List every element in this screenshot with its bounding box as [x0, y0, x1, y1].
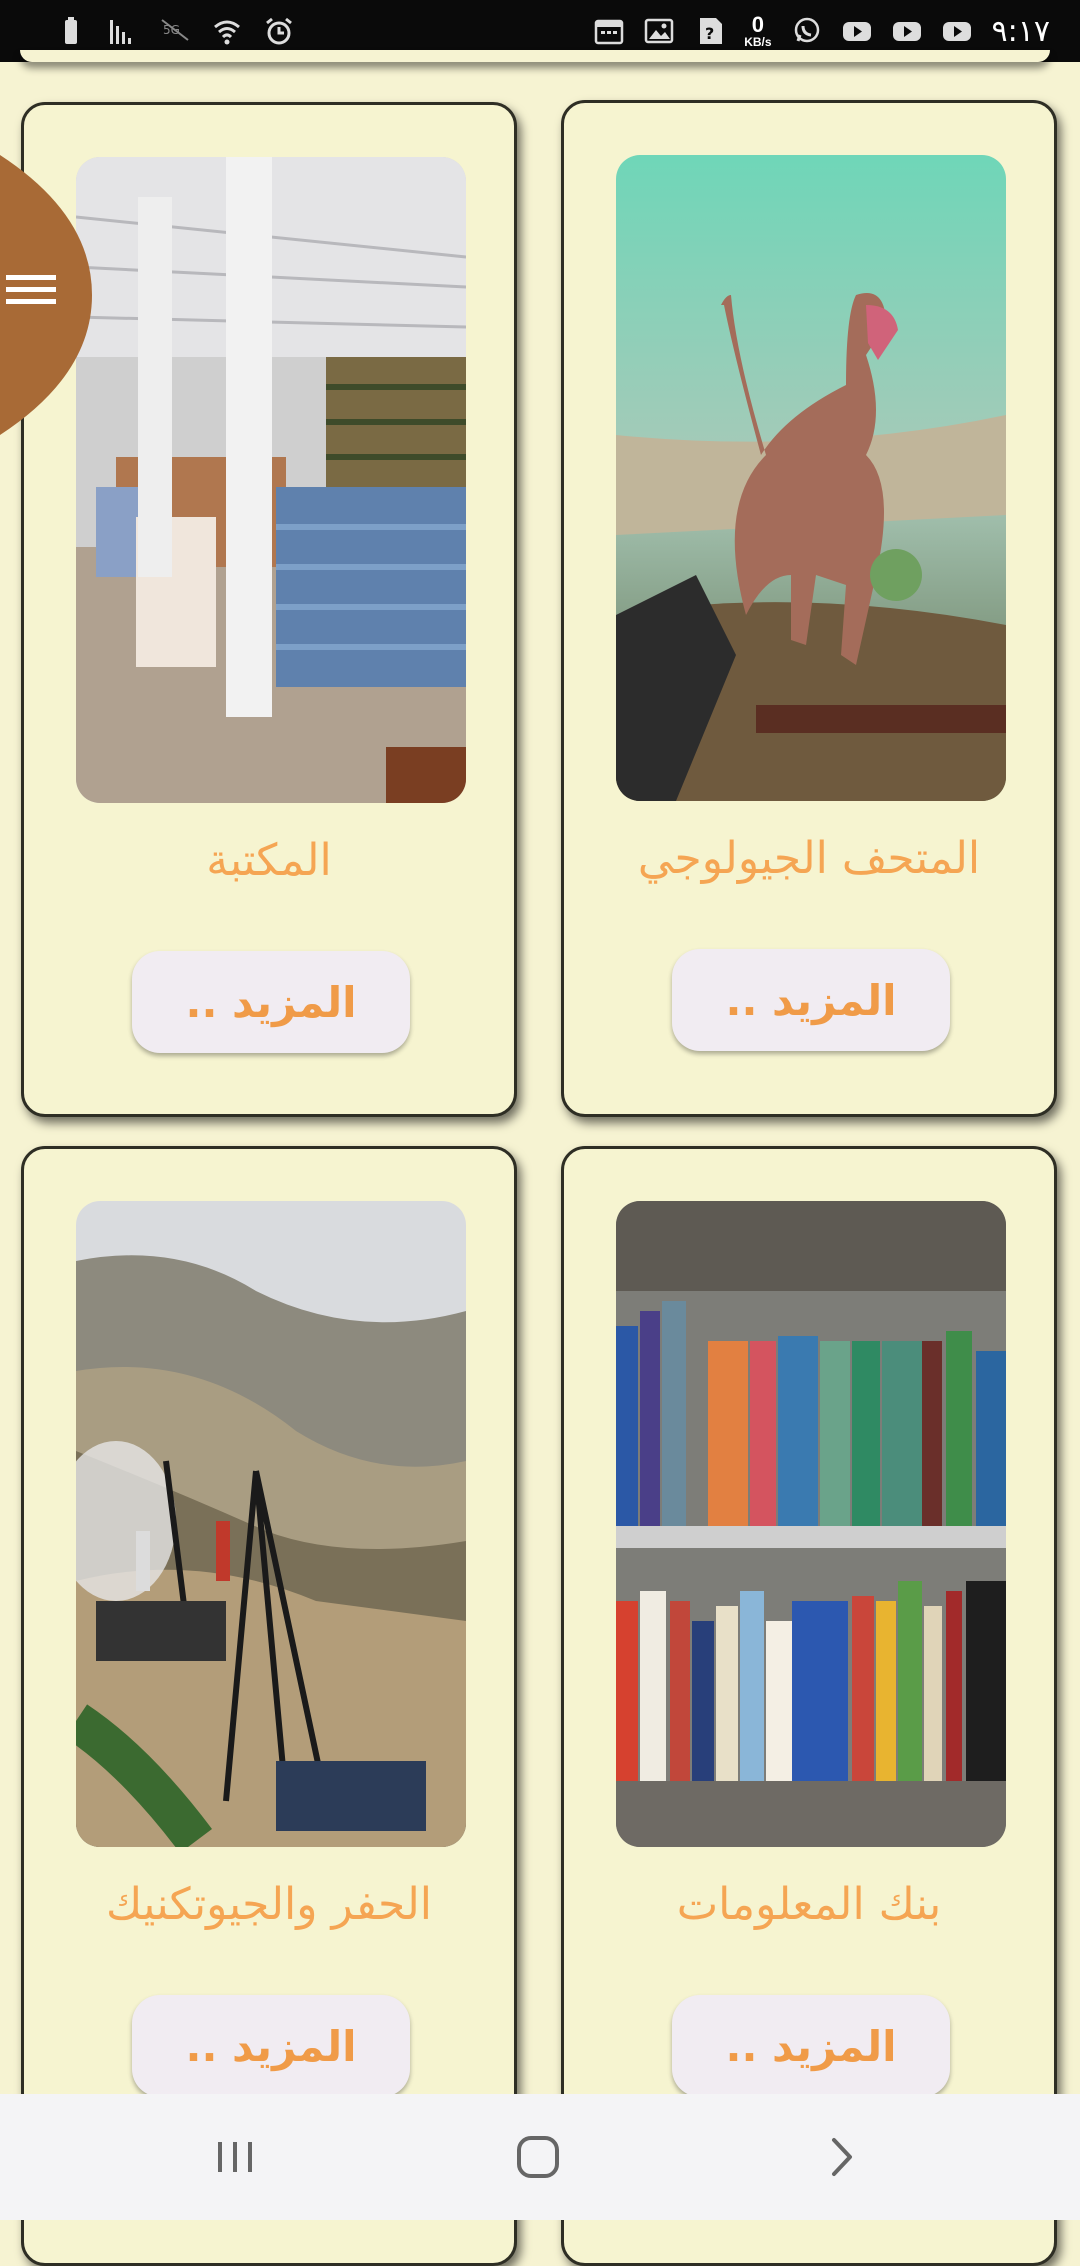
gallery-icon — [644, 16, 674, 46]
no-5g-icon: 5G — [160, 16, 190, 46]
home-icon — [517, 2136, 559, 2178]
recent-apps-icon — [218, 2142, 252, 2172]
more-button[interactable]: المزيد .. — [672, 1995, 950, 2097]
museum-dinosaur-photo — [616, 155, 1006, 801]
data-speed-indicator: 0 KB/s — [744, 12, 772, 49]
alarm-icon — [264, 16, 294, 46]
recent-apps-button[interactable] — [200, 2122, 270, 2192]
card-geological-museum: المتحف الجيولوجي المزيد .. — [561, 100, 1057, 1117]
system-navigation-bar — [0, 2094, 1080, 2220]
data-speed-unit: KB/s — [744, 35, 772, 49]
wifi-icon — [212, 16, 242, 46]
youtube-icon — [942, 16, 972, 46]
card-title: المتحف الجيولوجي — [637, 833, 981, 884]
svg-text:?: ? — [705, 24, 714, 43]
card-title: بنك المعلومات — [676, 1879, 942, 1930]
back-button[interactable] — [806, 2122, 876, 2192]
signal-bars-icon — [108, 16, 138, 46]
help-icon: ? — [694, 16, 724, 46]
back-icon — [832, 2138, 852, 2176]
battery-icon — [56, 16, 86, 46]
card-title: المكتبة — [206, 835, 332, 886]
svg-text:5G: 5G — [163, 23, 180, 37]
youtube-icon — [842, 16, 872, 46]
library-photo — [76, 157, 466, 803]
card-title: الحفر والجيوتكنيك — [105, 1879, 433, 1930]
home-button[interactable] — [503, 2122, 573, 2192]
card-library: المكتبة المزيد .. — [21, 102, 517, 1117]
data-speed-value: 0 — [751, 12, 764, 37]
side-menu-toggle[interactable] — [0, 155, 92, 435]
more-button[interactable]: المزيد .. — [672, 949, 950, 1051]
status-clock: ٩:١٧ — [991, 13, 1050, 49]
more-button[interactable]: المزيد .. — [132, 1995, 410, 2097]
bookshelf-photo — [616, 1201, 1006, 1847]
youtube-icon — [892, 16, 922, 46]
calendar-icon — [594, 16, 624, 46]
whatsapp-icon — [792, 16, 822, 46]
hamburger-icon — [6, 275, 56, 304]
drilling-site-photo — [76, 1201, 466, 1847]
header-bar-edge — [20, 50, 1050, 62]
more-button[interactable]: المزيد .. — [132, 951, 410, 1053]
